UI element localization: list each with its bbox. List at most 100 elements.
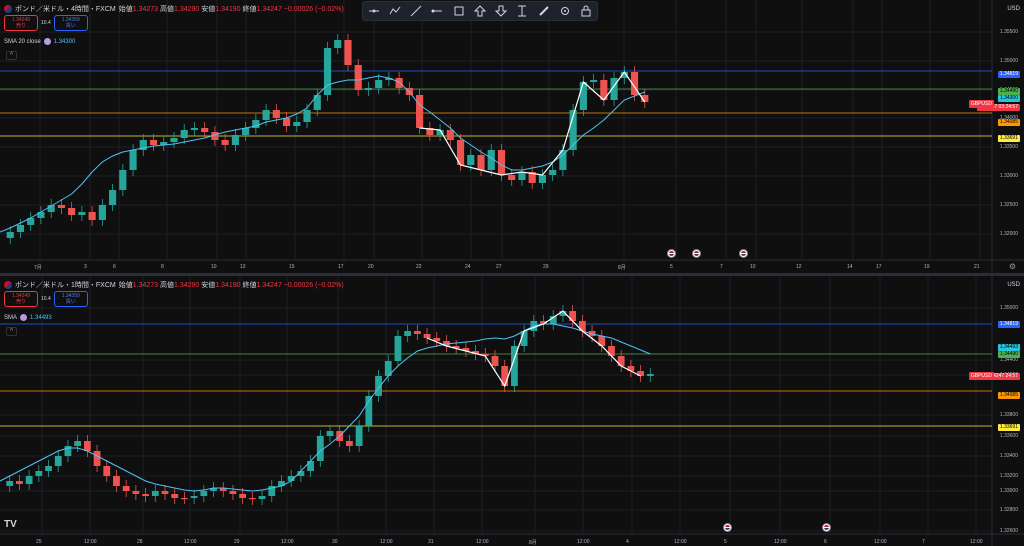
price-level-tag[interactable]: 1.33691 bbox=[997, 135, 1020, 142]
time-tick-label: 12:00 bbox=[184, 539, 197, 545]
price-level-tag[interactable]: 1.34819 bbox=[997, 321, 1020, 328]
candle-body bbox=[354, 65, 362, 90]
candle-body bbox=[229, 491, 237, 494]
arrow-down-icon[interactable] bbox=[494, 4, 508, 18]
indicator-legend[interactable]: SMA 20 close 1.34300 bbox=[4, 38, 75, 45]
candle-body bbox=[282, 118, 291, 126]
indicator-name: SMA bbox=[4, 314, 18, 321]
candle-body bbox=[98, 205, 106, 220]
time-tick-label: 7月 bbox=[34, 265, 42, 271]
symbol-title[interactable]: ポンド／米ドル・4時間・FXCM bbox=[15, 4, 116, 14]
symbol-title[interactable]: ポンド／米ドル・1時間・FXCM bbox=[15, 280, 116, 290]
time-tick-label: 12:00 bbox=[774, 539, 787, 545]
candle-body bbox=[579, 82, 587, 110]
time-tick-label: 6 bbox=[113, 264, 116, 270]
sell-button[interactable]: 1.34249 売り bbox=[4, 291, 38, 307]
price-tick-label: 1.33500 bbox=[999, 144, 1018, 150]
tradingview-logo[interactable]: TV bbox=[4, 519, 17, 530]
chart-settings-icon[interactable]: ⚙ bbox=[1009, 262, 1016, 271]
collapse-legend-icon[interactable]: ^ bbox=[6, 327, 17, 336]
candle-body bbox=[394, 336, 402, 361]
us-event-flag-icon[interactable] bbox=[723, 523, 732, 532]
us-event-flag-icon[interactable] bbox=[739, 249, 748, 258]
price-level-tag[interactable]: 1.34085 bbox=[997, 119, 1020, 126]
collapse-legend-icon[interactable]: ^ bbox=[6, 51, 17, 60]
us-event-flag-icon[interactable] bbox=[667, 249, 676, 258]
chart-legend: ポンド／米ドル・4時間・FXCM 始値1.34273 高値1.34290 安値1… bbox=[4, 4, 344, 14]
time-tick-label: 8月 bbox=[618, 265, 626, 271]
candle-body bbox=[170, 138, 178, 142]
trade-buttons: 1.34249 売り 10.4 1.34359 買い bbox=[4, 291, 88, 307]
candle-body bbox=[508, 175, 516, 180]
chart-pane-4h[interactable]: ポンド／米ドル・4時間・FXCM 始値1.34273 高値1.34290 安値1… bbox=[0, 0, 1024, 273]
candle-body bbox=[142, 494, 149, 496]
horizontal-ray-icon[interactable] bbox=[367, 4, 381, 18]
chart-canvas-1h[interactable] bbox=[0, 276, 1024, 546]
chart-legend: ポンド／米ドル・1時間・FXCM 始値1.34273 高値1.34290 安値1… bbox=[4, 280, 344, 290]
time-tick-label: 6 bbox=[824, 539, 827, 545]
candle-body bbox=[171, 494, 179, 498]
candle-body bbox=[6, 481, 14, 486]
time-tick-label: 20 bbox=[368, 264, 374, 270]
candle-body bbox=[262, 110, 270, 120]
buy-button[interactable]: 1.34359 買い bbox=[53, 291, 88, 307]
time-tick-label: 8 bbox=[161, 264, 164, 270]
indicator-value: 1.34493 bbox=[30, 314, 52, 321]
candle-body bbox=[88, 212, 96, 220]
settings-icon[interactable] bbox=[558, 4, 572, 18]
time-tick-label: 29 bbox=[234, 539, 240, 545]
price-level-tag[interactable]: 1.34085 bbox=[997, 392, 1020, 399]
candle-body bbox=[74, 441, 82, 446]
price-level-tag[interactable]: 1.34490 bbox=[997, 88, 1020, 95]
price-tick-label: 1.32000 bbox=[999, 231, 1018, 237]
candle-body bbox=[242, 128, 250, 135]
buy-button[interactable]: 1.34359 買い bbox=[53, 15, 88, 31]
candle-body bbox=[190, 496, 198, 498]
price-level-tag[interactable]: 1.33691 bbox=[997, 424, 1020, 431]
brush-icon[interactable] bbox=[537, 4, 551, 18]
drawing-toolbar bbox=[362, 1, 598, 21]
indicator-visibility-icon[interactable] bbox=[43, 38, 51, 45]
candle-body bbox=[404, 331, 412, 336]
candle-body bbox=[132, 491, 140, 494]
chart-canvas-4h[interactable] bbox=[0, 0, 1024, 273]
price-tick-label: 1.35000 bbox=[999, 58, 1018, 64]
time-tick-label: 3 bbox=[84, 264, 87, 270]
us-event-flag-icon[interactable] bbox=[822, 523, 831, 532]
price-level-tag[interactable]: 1.34300 bbox=[997, 95, 1020, 102]
price-tick-label: 1.33800 bbox=[999, 412, 1018, 418]
candle-body bbox=[293, 122, 301, 126]
price-level-tag[interactable]: 1.34819 bbox=[997, 71, 1020, 78]
candle-body bbox=[549, 170, 557, 175]
arrow-up-icon[interactable] bbox=[473, 4, 487, 18]
candle-body bbox=[344, 40, 352, 65]
us-event-flag-icon[interactable] bbox=[692, 249, 701, 258]
candle-body bbox=[375, 376, 382, 396]
time-tick-label: 21 bbox=[974, 264, 980, 270]
ray-icon[interactable] bbox=[430, 4, 444, 18]
price-level-tag[interactable]: 1.34490 bbox=[997, 351, 1020, 358]
lock-icon[interactable] bbox=[579, 4, 593, 18]
indicator-legend[interactable]: SMA 1.34493 bbox=[4, 314, 52, 321]
polyline-icon[interactable] bbox=[388, 4, 402, 18]
candle-body bbox=[364, 88, 373, 90]
price-level-tag[interactable]: 1.34493 bbox=[997, 344, 1020, 351]
trend-line-icon[interactable] bbox=[409, 4, 423, 18]
sell-button[interactable]: 1.34249 売り bbox=[4, 15, 38, 31]
time-tick-label: 7 bbox=[720, 264, 723, 270]
candle-body bbox=[190, 128, 199, 130]
candle-body bbox=[272, 110, 280, 118]
price-range-icon[interactable] bbox=[515, 4, 529, 18]
time-tick-label: 5 bbox=[670, 264, 673, 270]
price-tick-label: 1.35500 bbox=[999, 29, 1018, 35]
candle-body bbox=[122, 486, 130, 491]
rectangle-icon[interactable] bbox=[452, 4, 466, 18]
chart-pane-1h[interactable]: ポンド／米ドル・1時間・FXCM 始値1.34273 高値1.34290 安値1… bbox=[0, 276, 1024, 546]
time-tick-label: 28 bbox=[137, 539, 143, 545]
indicator-visibility-icon[interactable] bbox=[20, 314, 28, 321]
symbol-price-tag: GBPUSD bbox=[968, 100, 994, 108]
candle-body bbox=[608, 346, 615, 356]
spread-value: 10.4 bbox=[41, 296, 51, 302]
time-tick-label: 12:00 bbox=[476, 539, 489, 545]
time-tick-label: 30 bbox=[332, 539, 338, 545]
